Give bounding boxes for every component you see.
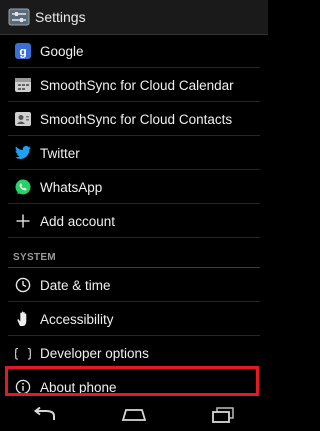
contacts-sync-icon bbox=[13, 109, 33, 129]
navigation-bar bbox=[0, 398, 268, 431]
clock-icon bbox=[13, 275, 33, 295]
account-item-twitter[interactable]: Twitter bbox=[0, 136, 268, 170]
plus-icon bbox=[13, 211, 33, 231]
recents-icon[interactable] bbox=[203, 403, 243, 427]
section-header-system: SYSTEM bbox=[0, 238, 268, 268]
account-item-label: SmoothSync for Cloud Calendar bbox=[40, 77, 234, 93]
settings-item-label: Developer options bbox=[40, 345, 149, 361]
braces-icon: { } bbox=[13, 343, 33, 363]
back-icon[interactable] bbox=[25, 403, 65, 427]
account-item-whatsapp[interactable]: WhatsApp bbox=[0, 170, 268, 204]
account-item-smoothsync-calendar[interactable]: SmoothSync for Cloud Calendar bbox=[0, 68, 268, 102]
settings-item-label: About phone bbox=[40, 379, 117, 395]
settings-item-developer-options[interactable]: { } Developer options bbox=[0, 336, 268, 370]
home-icon[interactable] bbox=[114, 403, 154, 427]
settings-item-label: Date & time bbox=[40, 277, 111, 293]
add-account-item[interactable]: Add account bbox=[0, 204, 268, 238]
settings-item-label: Accessibility bbox=[40, 311, 114, 327]
account-item-google[interactable]: g Google bbox=[0, 34, 268, 68]
account-item-label: SmoothSync for Cloud Contacts bbox=[40, 111, 233, 127]
section-header-label: SYSTEM bbox=[13, 252, 56, 263]
svg-text:g: g bbox=[19, 45, 26, 59]
account-item-label: Twitter bbox=[40, 145, 80, 161]
add-account-label: Add account bbox=[40, 213, 116, 229]
svg-text:{ }: { } bbox=[15, 347, 31, 361]
settings-app-icon[interactable] bbox=[8, 7, 30, 27]
page-title: Settings bbox=[35, 9, 86, 25]
info-icon bbox=[13, 377, 33, 397]
account-item-smoothsync-contacts[interactable]: SmoothSync for Cloud Contacts bbox=[0, 102, 268, 136]
calendar-sync-icon bbox=[13, 75, 33, 95]
settings-item-accessibility[interactable]: Accessibility bbox=[0, 302, 268, 336]
whatsapp-icon bbox=[13, 177, 33, 197]
action-bar: Settings bbox=[0, 0, 268, 35]
settings-list: g Google SmoothSync for Cloud Calendar S… bbox=[0, 34, 268, 404]
account-item-label: WhatsApp bbox=[40, 179, 103, 195]
settings-item-date-time[interactable]: Date & time bbox=[0, 268, 268, 302]
account-item-label: Google bbox=[40, 43, 84, 59]
twitter-icon bbox=[13, 143, 33, 163]
hand-icon bbox=[13, 309, 33, 329]
google-icon: g bbox=[13, 41, 33, 61]
